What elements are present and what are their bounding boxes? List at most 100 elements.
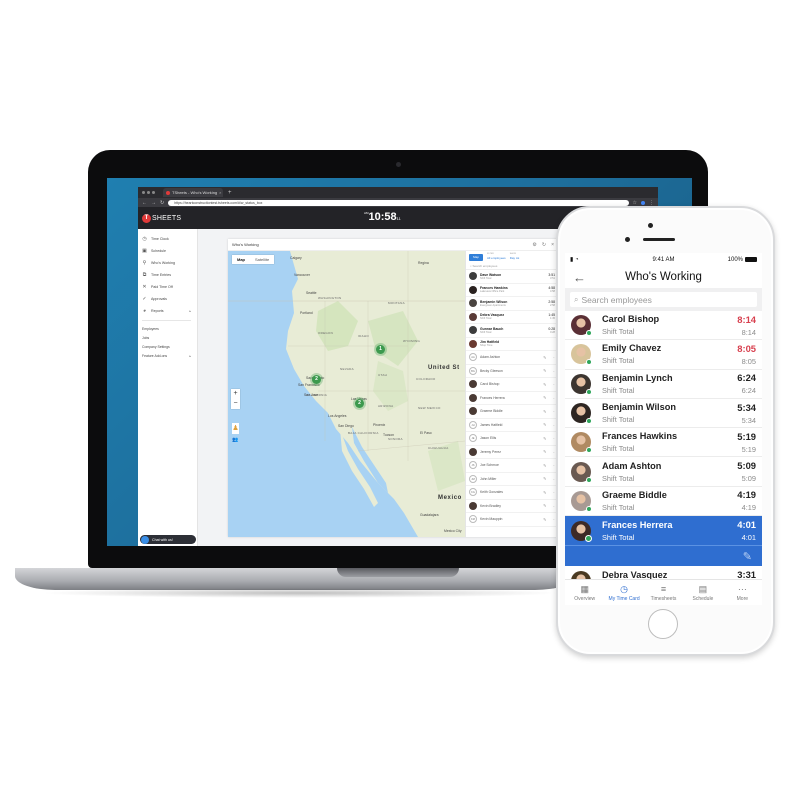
sidebar-link-company-settings[interactable]: Company Settings xyxy=(138,342,197,351)
window-zoom-dot[interactable] xyxy=(152,191,155,194)
more-options-icon[interactable]: ⌄ xyxy=(552,382,555,386)
new-tab-button[interactable]: + xyxy=(228,190,232,196)
browser-tab[interactable]: TSheets - Who's Working × xyxy=(163,188,223,197)
more-options-icon[interactable]: ⌄ xyxy=(552,409,555,413)
edit-timesheet-icon[interactable]: ✎ xyxy=(543,409,546,414)
sidebar-item-reports[interactable]: ◕ Reports ▸ xyxy=(138,305,197,317)
edit-timecard-icon[interactable]: ✎ xyxy=(743,550,752,563)
map-cluster-marker[interactable]: 2 xyxy=(312,375,321,384)
edit-timesheet-icon[interactable]: ✎ xyxy=(543,517,546,522)
map-cluster-marker[interactable]: 1 xyxy=(376,345,385,354)
edit-timesheet-icon[interactable]: ✎ xyxy=(543,463,546,468)
employee-row[interactable]: JH James Hatfield ✎ ⌄ xyxy=(466,419,558,432)
employee-row[interactable]: Benjamin Wilson Evergreen Apartments 2:58 2… xyxy=(466,297,558,311)
zoom-out-button[interactable]: − xyxy=(231,399,240,409)
employee-row[interactable]: Gunnar Bauch Shift Total 0:28 0:28 xyxy=(466,324,558,338)
employee-row[interactable]: Carol Bishop ✎ ⌄ xyxy=(466,378,558,392)
more-options-icon[interactable]: ⌄ xyxy=(552,450,555,454)
window-close-dot[interactable] xyxy=(142,191,145,194)
settings-icon[interactable]: ⚙ xyxy=(532,242,536,248)
browser-menu-icon[interactable]: ⋮ xyxy=(649,200,654,206)
reload-icon[interactable]: ↻ xyxy=(160,200,164,206)
chat-with-us-button[interactable]: Chat with us! xyxy=(140,535,196,544)
employee-row[interactable]: Graeme Biddle ✎ ⌄ xyxy=(466,405,558,419)
sidebar-item-whos-working[interactable]: ⚲ Who's Working xyxy=(138,257,197,269)
employee-row[interactable]: JS Joe Schmoe ✎ ⌄ xyxy=(466,459,558,473)
back-arrow-icon[interactable]: ← xyxy=(573,270,586,285)
edit-timesheet-icon[interactable]: ✎ xyxy=(543,503,546,508)
more-options-icon[interactable]: ⌄ xyxy=(552,477,555,481)
more-options-icon[interactable]: ⌄ xyxy=(552,423,555,427)
sidebar-item-time-entries[interactable]: ⧉ Time Entries xyxy=(138,269,197,281)
edit-timesheet-icon[interactable]: ✎ xyxy=(543,449,546,454)
bookmark-star-icon[interactable]: ☆ xyxy=(633,200,637,206)
url-bar[interactable]: https://heartconstructiontest.tsheets.co… xyxy=(168,199,629,206)
more-options-icon[interactable]: ⌄ xyxy=(552,396,555,400)
employee-row[interactable]: Frances Hawkins Lakeview Office Park 4:58 4… xyxy=(466,284,558,297)
employee-row[interactable]: Dave Watson Shift Total 3:51 3:51 xyxy=(466,270,558,284)
sidebar-item-schedule[interactable]: ▣ Schedule xyxy=(138,245,197,257)
tab-timesheets[interactable]: ≡ Timesheets xyxy=(644,580,683,605)
sidebar-item-time-clock[interactable]: ◷ Time Clock xyxy=(138,233,197,245)
show-dropdown[interactable]: SHOW Day tot xyxy=(510,253,520,260)
edit-timesheet-icon[interactable]: ✎ xyxy=(543,436,546,441)
employee-row[interactable]: Jeremy Perez ✎ ⌄ xyxy=(466,446,558,459)
tab-more[interactable]: ··· More xyxy=(723,580,762,605)
employee-filter-dropdown[interactable]: FILTER All employees xyxy=(487,253,506,260)
close-icon[interactable]: × xyxy=(551,242,554,248)
sidebar-item-paid-time-off[interactable]: ✕ Paid Time Off xyxy=(138,281,197,293)
edit-timesheet-icon[interactable]: ✎ xyxy=(543,368,546,373)
window-minimize-dot[interactable] xyxy=(147,191,150,194)
sidebar-link-employees[interactable]: Employees xyxy=(138,324,197,333)
sidebar-link-jobs[interactable]: Jobs xyxy=(138,333,197,342)
employee-list-item[interactable]: Frances Hawkins Shift Total 5:19 5:19 xyxy=(565,428,762,458)
back-icon[interactable]: ← xyxy=(142,200,147,206)
more-options-icon[interactable]: ⌄ xyxy=(552,490,555,494)
tab-overview[interactable]: ▦ Overview xyxy=(565,580,604,605)
employee-list-item[interactable]: Emily Chavez Shift Total 8:05 8:05 xyxy=(565,340,762,370)
employee-search-input[interactable]: ⌕ Search employees xyxy=(570,292,757,307)
employee-list-item[interactable]: Carol Bishop Shift Total 8:14 8:14 xyxy=(565,311,762,341)
employee-row[interactable]: JE Jason Ellis ✎ ⌄ xyxy=(466,432,558,446)
refresh-icon[interactable]: ↻ xyxy=(542,242,546,248)
home-button[interactable] xyxy=(648,609,678,639)
people-icon[interactable]: 👥 xyxy=(232,437,239,444)
tab-close-icon[interactable]: × xyxy=(219,190,221,195)
sidebar-item-approvals[interactable]: ✓ Approvals xyxy=(138,293,197,305)
edit-timesheet-icon[interactable]: ✎ xyxy=(543,382,546,387)
edit-timesheet-icon[interactable]: ✎ xyxy=(543,395,546,400)
map-type-satellite-button[interactable]: Satellite xyxy=(250,255,274,264)
employee-row[interactable]: Debra Vasquez Shift Total 1:45 1:45 xyxy=(466,311,558,324)
street-view-pegman-icon[interactable]: ♟ xyxy=(232,423,239,434)
map-type-map-button[interactable]: Map xyxy=(232,255,250,264)
tab-schedule[interactable]: ▤ Schedule xyxy=(683,580,722,605)
employee-list-item[interactable]: Adam Ashton Shift Total 5:09 5:09 xyxy=(565,457,762,487)
edit-timesheet-icon[interactable]: ✎ xyxy=(543,476,546,481)
edit-timesheet-icon[interactable]: ✎ xyxy=(543,490,546,495)
panel-map-button[interactable]: Map xyxy=(469,253,483,261)
forward-icon[interactable]: → xyxy=(151,200,156,206)
employee-row[interactable]: JM John Miller ✎ ⌄ xyxy=(466,473,558,486)
zoom-in-button[interactable]: + xyxy=(231,389,240,399)
more-options-icon[interactable]: ⌄ xyxy=(552,463,555,467)
employee-row[interactable]: AA Adam Ashton ✎ ⌄ xyxy=(466,351,558,365)
employee-row[interactable]: Frances Herrera ✎ ⌄ xyxy=(466,392,558,405)
employee-list-item[interactable]: Graeme Biddle Shift Total 4:19 4:19 xyxy=(565,487,762,517)
more-options-icon[interactable]: ⌄ xyxy=(552,436,555,440)
employee-row[interactable]: Kevin Bradley ✎ ⌄ xyxy=(466,500,558,513)
more-options-icon[interactable]: ⌄ xyxy=(552,504,555,508)
more-options-icon[interactable]: ⌄ xyxy=(552,355,555,359)
edit-timesheet-icon[interactable]: ✎ xyxy=(543,355,546,360)
map-view[interactable]: Map Satellite Calgary Regina Vancouver S… xyxy=(228,251,465,537)
tab-my-time-card[interactable]: ◷ My Time Card xyxy=(604,580,643,605)
employee-row[interactable]: BG Becky Gleeson ✎ ⌄ xyxy=(466,365,558,378)
employee-row[interactable]: KG Keith Gonzales ✎ ⌄ xyxy=(466,486,558,500)
employee-list-item[interactable]: Benjamin Wilson Shift Total 5:34 5:34 xyxy=(565,399,762,429)
more-options-icon[interactable]: ⌄ xyxy=(552,517,555,521)
employee-list-item[interactable]: Frances Herrera Shift Total 4:01 4:01 xyxy=(565,516,762,546)
employee-list-item[interactable]: Benjamin Lynch Shift Total 6:24 6:24 xyxy=(565,370,762,399)
more-options-icon[interactable]: ⌄ xyxy=(552,369,555,373)
employee-row[interactable]: KM Kevin Mauppin ✎ ⌄ xyxy=(466,513,558,527)
sidebar-link-feature-add-ons[interactable]: Feature Add-ons ▸ xyxy=(138,351,197,360)
profile-icon[interactable] xyxy=(641,200,645,205)
